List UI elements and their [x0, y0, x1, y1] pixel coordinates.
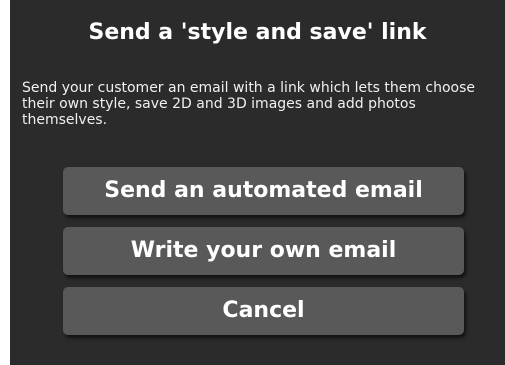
send-automated-email-button[interactable]: Send an automated email [63, 167, 464, 215]
dialog-description: Send your customer an email with a link … [22, 80, 476, 128]
style-and-save-dialog: Send a 'style and save' link Send your c… [10, 0, 505, 365]
dialog-title: Send a 'style and save' link [88, 20, 427, 45]
write-own-email-button[interactable]: Write your own email [63, 227, 464, 275]
cancel-button[interactable]: Cancel [63, 287, 464, 335]
